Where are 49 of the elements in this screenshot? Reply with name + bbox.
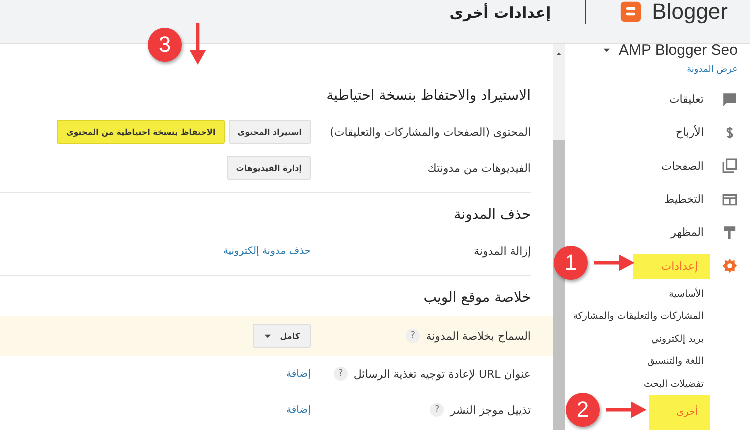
pages-icon xyxy=(722,158,738,174)
blog-selector[interactable]: AMP Blogger Seo xyxy=(603,42,738,59)
caret-icon[interactable] xyxy=(603,48,612,53)
section-title: خلاصة موقع الويب xyxy=(422,290,531,306)
step-marker: 1 xyxy=(554,246,588,280)
scrollbar[interactable] xyxy=(553,44,565,430)
setting-label: السماح بخلاصة المدونة xyxy=(426,330,531,342)
section-title: الاستيراد والاحتفاظ بنسخة احتياطية xyxy=(326,88,531,104)
setting-label: الفيديوهات من مدونتك xyxy=(428,162,531,174)
layout-icon xyxy=(722,192,738,208)
help-icon[interactable]: ? xyxy=(406,329,420,343)
app-name: Blogger xyxy=(652,0,728,24)
step-marker: 3 xyxy=(148,28,182,62)
setting-label: تذييل موجز النشر xyxy=(450,404,531,416)
theme-icon xyxy=(722,224,738,241)
arrow-icon xyxy=(594,254,636,272)
blogger-logo-icon xyxy=(620,0,642,22)
comment-icon xyxy=(722,92,738,108)
action-link[interactable]: إضافة xyxy=(286,404,311,416)
nav-item[interactable]: المظهر xyxy=(665,222,710,244)
submenu-item[interactable]: تفضيلات البحث xyxy=(638,372,710,396)
page-title: إعدادات أخرى xyxy=(450,4,552,22)
nav-item[interactable]: الصفحات xyxy=(656,156,710,177)
gear-icon xyxy=(722,258,738,274)
arrow-icon xyxy=(606,401,648,419)
submenu-item[interactable]: المشاركات والتعليقات والمشاركة xyxy=(567,305,710,328)
nav-item[interactable]: التخطيط xyxy=(658,189,710,210)
scroll-up-icon[interactable] xyxy=(556,52,562,56)
action-link[interactable]: إضافة xyxy=(286,368,311,380)
setting-label: إزالة المدونة xyxy=(474,244,531,258)
action-button[interactable]: استيراد المحتوى xyxy=(228,120,311,144)
action-button[interactable]: إدارة الفيديوهات xyxy=(227,156,311,180)
nav-item[interactable]: تعليقات xyxy=(663,89,710,110)
setting-label: عنوان URL لإعادة توجيه تغذية الرسائل xyxy=(354,368,531,380)
setting-label: المحتوى (الصفحات والمشاركات والتعليقات) xyxy=(330,126,531,138)
feed-dropdown[interactable]: كامل xyxy=(253,324,311,348)
submenu-item[interactable]: بريد إلكتروني xyxy=(645,328,710,350)
step-marker: 2 xyxy=(566,393,600,427)
help-icon[interactable]: ? xyxy=(334,367,348,381)
caret-icon xyxy=(264,334,272,338)
section-title: حذف المدونة xyxy=(453,207,531,223)
submenu-item[interactable]: الأساسية xyxy=(663,282,710,306)
help-icon[interactable]: ? xyxy=(430,403,444,417)
submenu-item[interactable]: اللغة والتنسيق xyxy=(642,350,710,373)
scrollbar-thumb[interactable] xyxy=(553,140,565,430)
view-blog-link[interactable]: عرض المدونة xyxy=(687,65,738,75)
action-button[interactable]: الاحتفاظ بنسخة احتياطية من المحتوى xyxy=(57,120,225,144)
action-link[interactable]: حذف مدونة إلكترونية xyxy=(223,246,311,256)
nav-item[interactable]: الأرباح xyxy=(670,122,710,144)
